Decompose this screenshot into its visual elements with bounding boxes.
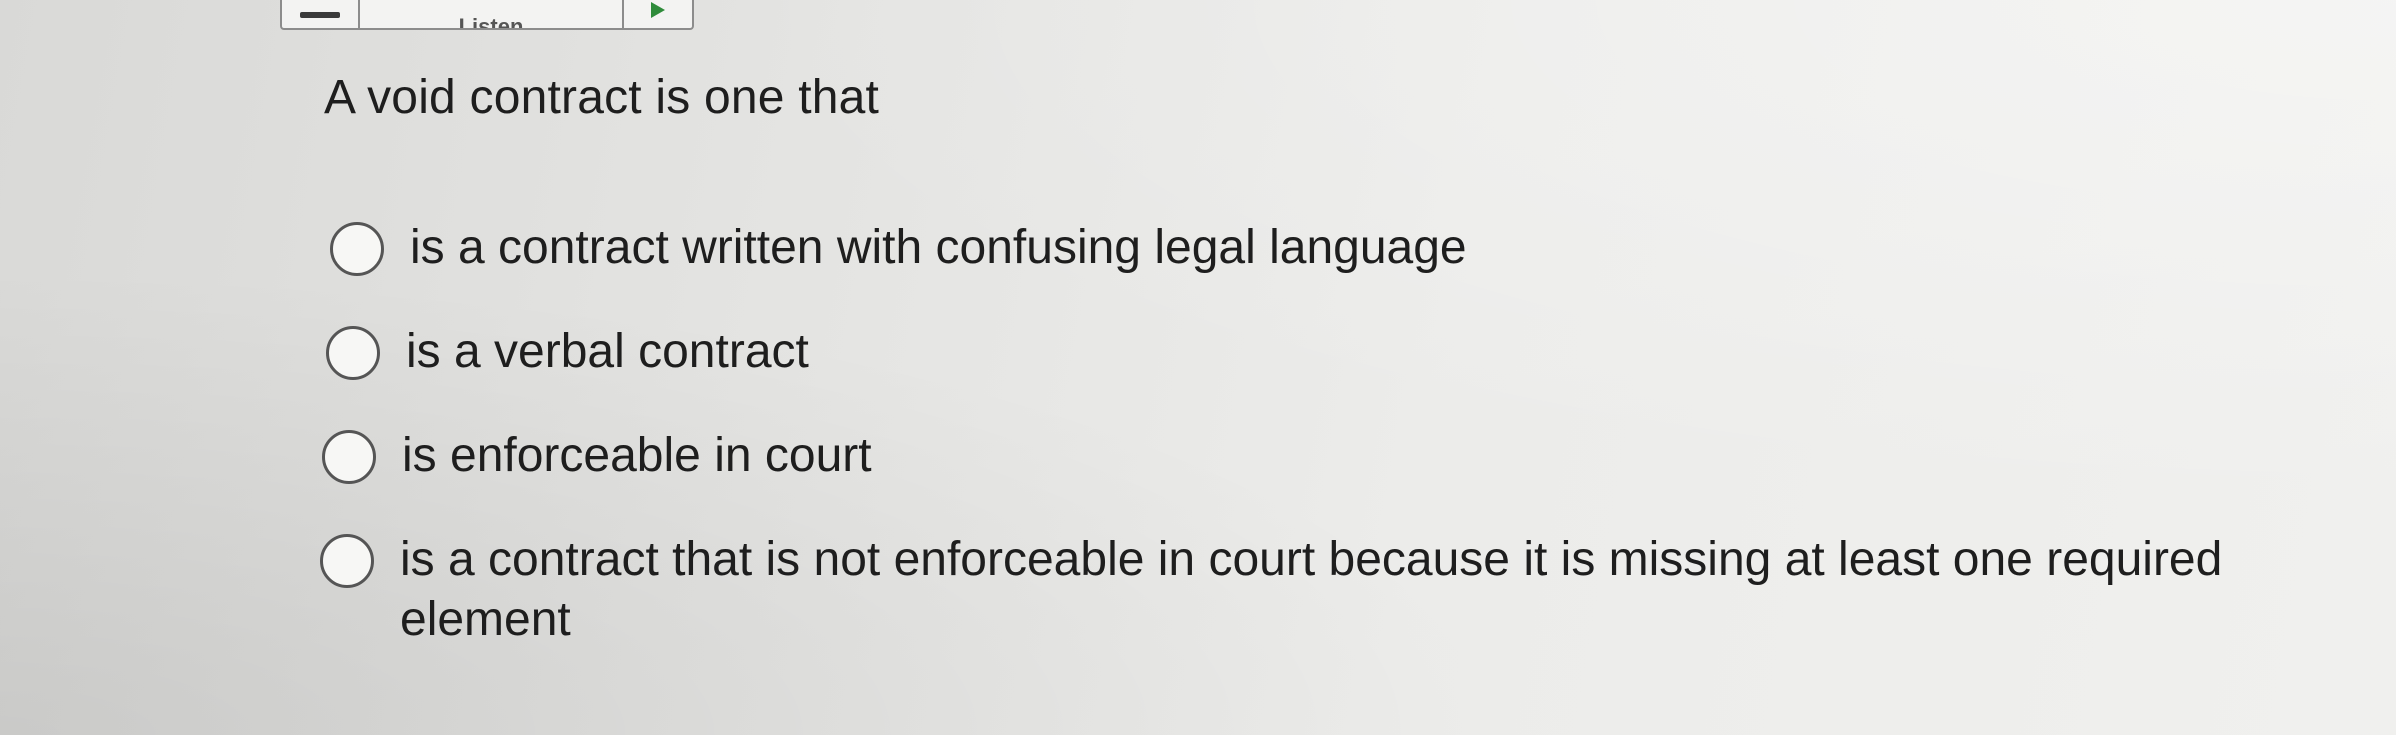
menu-icon	[300, 12, 340, 18]
answer-option[interactable]: is enforceable in court	[322, 426, 2322, 486]
answer-option[interactable]: is a contract that is not enforceable in…	[320, 530, 2320, 650]
answer-option-label[interactable]: is a contract that is not enforceable in…	[400, 530, 2320, 650]
play-icon	[651, 2, 665, 18]
play-button[interactable]	[624, 0, 692, 28]
answer-option-label[interactable]: is a verbal contract	[406, 322, 809, 382]
answer-option-label[interactable]: is enforceable in court	[402, 426, 872, 486]
answer-option[interactable]: is a contract written with confusing leg…	[330, 218, 2330, 278]
radio-button[interactable]	[326, 326, 380, 380]
listen-label: Listen	[458, 14, 524, 28]
question-prompt: A void contract is one that	[324, 71, 880, 124]
menu-button[interactable]	[282, 0, 360, 28]
answer-option-label[interactable]: is a contract written with confusing leg…	[410, 218, 1467, 278]
listen-button[interactable]: Listen	[360, 0, 624, 28]
radio-button[interactable]	[320, 534, 374, 588]
answer-options: is a contract written with confusing leg…	[320, 218, 2326, 694]
answer-option[interactable]: is a verbal contract	[326, 322, 2326, 382]
read-aloud-toolbar: Listen	[280, 0, 694, 30]
radio-button[interactable]	[330, 222, 384, 276]
radio-button[interactable]	[322, 430, 376, 484]
